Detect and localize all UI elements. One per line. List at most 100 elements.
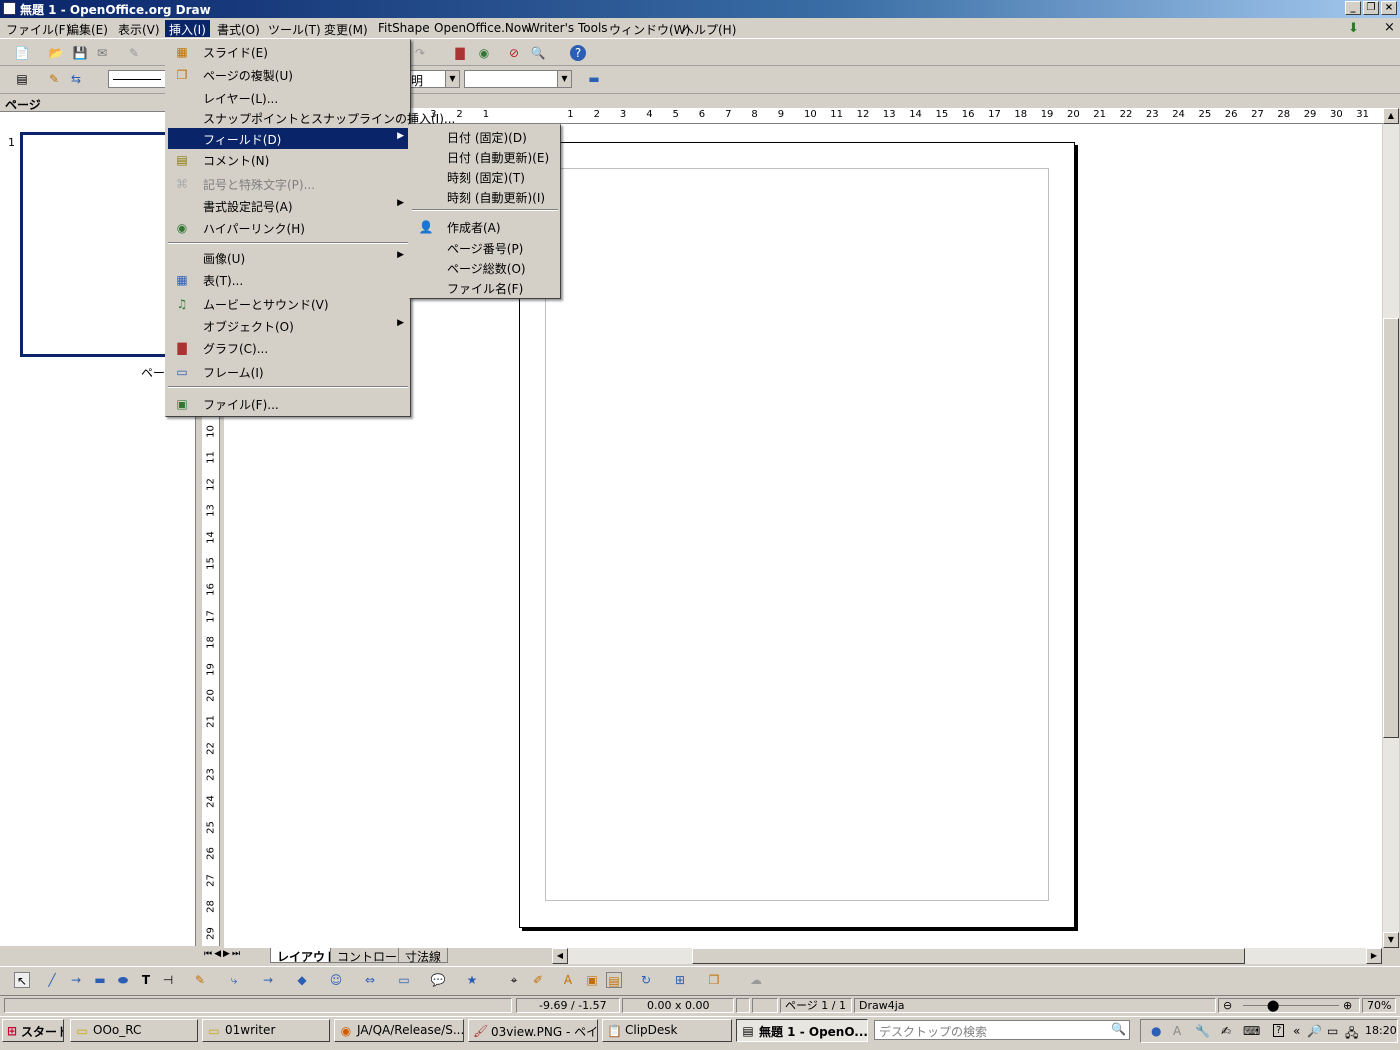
- insert-chart-icon[interactable]: ▇: [452, 45, 468, 61]
- scroll-left-button[interactable]: ◀: [552, 948, 568, 964]
- menu-writers-tools[interactable]: Writer's Tools: [524, 20, 612, 37]
- help-icon[interactable]: ?: [1273, 1024, 1285, 1037]
- horizontal-scrollbar[interactable]: ◀ ▶: [552, 948, 1382, 964]
- magnifier-icon[interactable]: 🔎: [1307, 1024, 1322, 1038]
- new-document-icon[interactable]: 📄: [14, 45, 30, 61]
- task-paint[interactable]: 🖌 03view.PNG - ペイ...: [468, 1019, 598, 1042]
- fontwork-icon[interactable]: A: [560, 972, 576, 988]
- navigator-icon[interactable]: ⊘: [506, 45, 522, 61]
- menu-item-file[interactable]: ▣ ファイル(F)...: [168, 393, 408, 414]
- line-tool-icon[interactable]: ╱: [44, 972, 60, 988]
- symbol-shapes-icon[interactable]: ☺: [328, 972, 344, 988]
- arrow-line-icon[interactable]: →: [68, 972, 84, 988]
- menu-edit[interactable]: 編集(E): [63, 20, 112, 37]
- zoom-out-icon[interactable]: ⊖: [1223, 999, 1232, 1012]
- desktop-search-input[interactable]: デスクトップの検索 🔍: [874, 1020, 1130, 1040]
- close-document-icon[interactable]: ×: [1384, 20, 1395, 35]
- menu-format[interactable]: 書式(O): [213, 20, 264, 37]
- start-button[interactable]: ⊞ スタート: [2, 1019, 64, 1042]
- extrusion-icon[interactable]: ☁: [748, 972, 764, 988]
- redo-icon[interactable]: ↷: [412, 45, 428, 61]
- field-date-variable[interactable]: 日付 (自動更新)(E): [412, 146, 558, 167]
- block-arrows-icon[interactable]: ⇔: [362, 972, 378, 988]
- task-ooo-rc[interactable]: ▭ OOo_RC: [70, 1019, 198, 1042]
- menu-item-chart[interactable]: ▇ グラフ(C)...: [168, 337, 408, 358]
- menu-view[interactable]: 表示(V): [114, 20, 164, 37]
- menu-item-frame[interactable]: ▭ フレーム(I): [168, 361, 408, 382]
- menu-item-slide[interactable]: ▦ スライド(E): [168, 41, 408, 62]
- close-button[interactable]: ×: [1381, 1, 1397, 15]
- zoom-thumb[interactable]: ⬤: [1267, 999, 1279, 1012]
- arrange-icon[interactable]: ❐: [706, 972, 722, 988]
- field-page-number[interactable]: ページ番号(P): [412, 237, 558, 258]
- task-01writer[interactable]: ▭ 01writer: [202, 1019, 330, 1042]
- menu-item-table[interactable]: ▦ 表(T)...: [168, 269, 408, 290]
- rotate-icon[interactable]: ↻: [638, 972, 654, 988]
- clock[interactable]: 18:20: [1365, 1024, 1397, 1037]
- lines-arrows-icon[interactable]: →: [260, 972, 276, 988]
- task-draw[interactable]: ▤ 無題 1 - OpenO...: [736, 1019, 868, 1042]
- basic-shapes-icon[interactable]: ◆: [294, 972, 310, 988]
- text-icon[interactable]: T: [138, 972, 154, 988]
- alignment-icon[interactable]: ⊞: [672, 972, 688, 988]
- select-icon[interactable]: ↖: [14, 972, 30, 988]
- help-icon[interactable]: ?: [570, 45, 586, 61]
- vertical-scroll-thumb[interactable]: [1383, 318, 1399, 738]
- flowchart-icon[interactable]: ▭: [396, 972, 412, 988]
- open-icon[interactable]: 📂: [48, 45, 64, 61]
- status-zoom[interactable]: 70%: [1362, 998, 1396, 1013]
- minimize-button[interactable]: _: [1345, 1, 1361, 15]
- search-icon[interactable]: 🔍: [1111, 1022, 1126, 1036]
- menu-modify[interactable]: 変更(M): [320, 20, 372, 37]
- tab-dimension-lines[interactable]: 寸法線: [398, 948, 449, 964]
- curve-icon[interactable]: ✎: [192, 972, 208, 988]
- chevron-down-icon[interactable]: ▼: [445, 71, 459, 87]
- menu-item-picture[interactable]: 画像(U) ▶: [168, 247, 408, 268]
- menu-item-object[interactable]: オブジェクト(O) ▶: [168, 315, 408, 336]
- menu-item-formatting-mark[interactable]: 書式設定記号(A) ▶: [168, 195, 408, 216]
- area-fill-combo[interactable]: ▼: [464, 70, 572, 88]
- chevron-down-icon[interactable]: ▼: [557, 71, 571, 87]
- save-icon[interactable]: 💾: [72, 45, 88, 61]
- line-style-combo[interactable]: [108, 70, 166, 88]
- task-browser[interactable]: ◉ JA/QA/Release/S...: [334, 1019, 464, 1042]
- points-icon[interactable]: ⌖: [506, 972, 522, 988]
- field-time-variable[interactable]: 時刻 (自動更新)(I): [412, 186, 558, 207]
- field-time-fixed[interactable]: 時刻 (固定)(T): [412, 166, 558, 187]
- tab-navigation-icon[interactable]: ⏮◀▶⏭: [204, 949, 242, 959]
- zoom-slider[interactable]: ⊖ ⬤ ⊕: [1218, 998, 1360, 1013]
- network-icon[interactable]: 🖧: [1345, 1024, 1358, 1045]
- edit-file-icon[interactable]: ✎: [126, 45, 142, 61]
- zoom-icon[interactable]: 🔍: [530, 45, 546, 61]
- menu-item-field[interactable]: フィールド(D) ▶: [168, 128, 408, 149]
- line-icon[interactable]: ✎: [46, 71, 62, 87]
- from-file-icon[interactable]: ▣: [584, 972, 600, 988]
- menu-fitshape[interactable]: FitShape: [374, 20, 434, 37]
- callouts-icon[interactable]: 💬: [430, 972, 446, 988]
- stars-icon[interactable]: ★: [464, 972, 480, 988]
- menu-item-comment[interactable]: ▤ コメント(N): [168, 149, 408, 170]
- restore-button[interactable]: ❐: [1363, 1, 1379, 15]
- arrow-style-icon[interactable]: ⇆: [68, 71, 84, 87]
- glue-points-icon[interactable]: ✐: [530, 972, 546, 988]
- volume-icon[interactable]: ▭: [1327, 1024, 1338, 1038]
- menu-item-snap-point[interactable]: スナップポイントとスナップラインの挿入(I)...: [168, 107, 455, 128]
- menu-openoffice-now[interactable]: OpenOffice.Now: [430, 20, 535, 37]
- menu-item-duplicate-page[interactable]: ❐ ページの複製(U): [168, 64, 408, 85]
- menu-item-movie-sound[interactable]: ♫ ムービーとサウンド(V): [168, 293, 408, 314]
- field-date-fixed[interactable]: 日付 (固定)(D): [412, 126, 558, 147]
- handwriting-icon[interactable]: ✍: [1221, 1024, 1231, 1038]
- email-icon[interactable]: ✉: [94, 45, 110, 61]
- menu-item-hyperlink[interactable]: ◉ ハイパーリンク(H): [168, 217, 408, 238]
- menu-tools[interactable]: ツール(T): [264, 20, 325, 37]
- ime-icon[interactable]: A: [1173, 1024, 1181, 1038]
- field-author[interactable]: 👤 作成者(A): [412, 216, 558, 237]
- connector-icon[interactable]: ⊣: [160, 972, 176, 988]
- expand-tray-icon[interactable]: «: [1293, 1024, 1300, 1038]
- scroll-right-button[interactable]: ▶: [1366, 948, 1382, 964]
- scroll-down-button[interactable]: ▼: [1383, 932, 1399, 948]
- task-clipdesk[interactable]: 📋 ClipDesk: [602, 1019, 732, 1042]
- gallery-icon[interactable]: ▤: [606, 972, 622, 988]
- fill-style-combo[interactable]: 明 ▼: [408, 70, 460, 88]
- menu-help[interactable]: ヘルプ(H): [678, 20, 740, 37]
